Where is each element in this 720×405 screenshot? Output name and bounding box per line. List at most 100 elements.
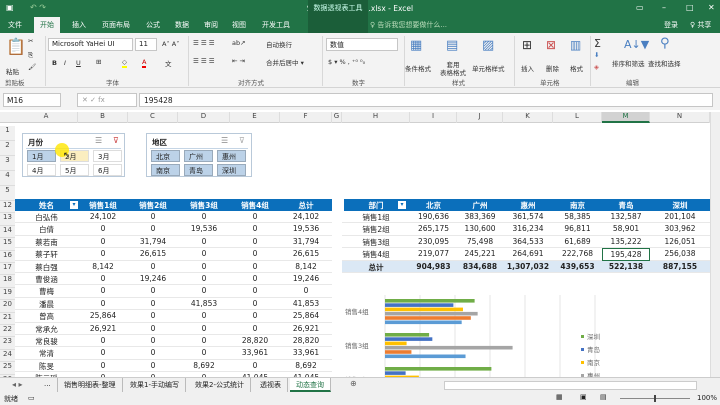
- column-header-m[interactable]: M: [602, 112, 650, 123]
- slicer-item-shenzhen[interactable]: 深圳: [217, 164, 246, 176]
- value-cell[interactable]: 25,864: [78, 310, 128, 323]
- column-header-a[interactable]: A: [15, 112, 78, 123]
- value-cell[interactable]: 0: [178, 261, 230, 273]
- value-cell[interactable]: 31,794: [128, 236, 178, 249]
- font-size-select[interactable]: 11: [135, 38, 157, 51]
- value-cell[interactable]: 0: [230, 223, 280, 236]
- tab-data[interactable]: 数据: [175, 20, 189, 30]
- multi-select-icon[interactable]: ☰: [95, 136, 102, 145]
- value-cell[interactable]: 0: [128, 310, 178, 323]
- value-cell[interactable]: 0: [230, 285, 280, 298]
- formula-buttons[interactable]: ✕ ✓ fx: [77, 93, 137, 107]
- add-sheet-icon[interactable]: ⊕: [350, 379, 357, 388]
- number-format-icons[interactable]: $ ▾ % , ⁺⁰ ⁰₀: [328, 58, 365, 66]
- value-cell[interactable]: 8,692: [280, 360, 332, 373]
- normal-view-icon[interactable]: ▦: [556, 393, 563, 401]
- insert-button[interactable]: 插入: [521, 63, 534, 73]
- value-cell[interactable]: 24,102: [78, 211, 128, 224]
- value-cell[interactable]: 130,600: [457, 223, 503, 236]
- row-header-23[interactable]: 23: [0, 337, 15, 350]
- tab-page-layout[interactable]: 页面布局: [102, 20, 130, 30]
- value-cell[interactable]: 0: [178, 236, 230, 249]
- value-cell[interactable]: 0: [178, 285, 230, 298]
- clear-filter-icon[interactable]: ⊽: [239, 136, 245, 145]
- italic-button[interactable]: I: [64, 59, 66, 67]
- value-cell[interactable]: 26,921: [280, 323, 332, 335]
- minimize-button[interactable]: –: [662, 3, 666, 12]
- value-cell[interactable]: 58,901: [602, 223, 650, 236]
- tab-developer[interactable]: 开发工具: [262, 20, 290, 30]
- fill-color-icon[interactable]: ◇: [122, 58, 127, 68]
- column-header-k[interactable]: K: [503, 112, 553, 123]
- underline-button[interactable]: U: [76, 59, 81, 67]
- value-cell[interactable]: 0: [178, 323, 230, 335]
- row-header-12[interactable]: 12: [0, 201, 15, 214]
- macro-record-icon[interactable]: ▭: [28, 394, 35, 402]
- value-cell[interactable]: 19,246: [128, 273, 178, 286]
- value-cell[interactable]: 75,498: [457, 236, 503, 249]
- value-cell[interactable]: 245,221: [457, 248, 503, 261]
- value-cell[interactable]: 201,104: [650, 211, 710, 224]
- value-cell[interactable]: 0: [128, 298, 178, 311]
- sort-filter-icon[interactable]: A↓▼: [624, 38, 649, 51]
- sheet-tab-dynamic[interactable]: 动态查询: [290, 378, 331, 392]
- value-cell[interactable]: 41,853: [178, 298, 230, 311]
- bold-button[interactable]: B: [52, 59, 57, 67]
- row-header-19[interactable]: 19: [0, 287, 15, 301]
- slicer-item-4[interactable]: 4月: [27, 164, 56, 176]
- value-cell[interactable]: 0: [230, 261, 280, 273]
- maximize-button[interactable]: □: [686, 3, 694, 12]
- value-cell[interactable]: 26,615: [128, 248, 178, 261]
- ribbon-display-icon[interactable]: ▭: [636, 3, 644, 12]
- value-cell[interactable]: 33,961: [280, 347, 332, 360]
- value-cell[interactable]: 0: [178, 347, 230, 360]
- row-header-5[interactable]: 5: [0, 186, 15, 201]
- column-header-j[interactable]: J: [457, 112, 503, 123]
- value-cell[interactable]: 0: [178, 248, 230, 261]
- value-cell[interactable]: 25,864: [280, 310, 332, 323]
- value-cell[interactable]: 256,038: [650, 248, 710, 261]
- row-label[interactable]: 常良骏: [15, 335, 78, 348]
- value-cell[interactable]: 132,587: [602, 211, 650, 224]
- row-header-3[interactable]: 3: [0, 156, 15, 171]
- row-label[interactable]: 销售3组: [342, 236, 410, 249]
- name-box[interactable]: M16: [3, 93, 61, 107]
- value-cell[interactable]: 303,962: [650, 223, 710, 236]
- value-cell[interactable]: 8,142: [280, 261, 332, 273]
- format-painter-icon[interactable]: 🖌: [28, 63, 36, 71]
- value-cell[interactable]: 265,175: [410, 223, 457, 236]
- align-left-icon[interactable]: ☰ ☰ ☰: [193, 57, 215, 65]
- row-header-17[interactable]: 17: [0, 263, 15, 276]
- row-label[interactable]: 潘晨: [15, 298, 78, 311]
- font-name-select[interactable]: Microsoft YaHei UI: [48, 38, 133, 51]
- value-cell[interactable]: 0: [78, 335, 128, 348]
- value-cell[interactable]: 41,853: [280, 298, 332, 311]
- value-cell[interactable]: 0: [78, 285, 128, 298]
- tab-file[interactable]: 文件: [8, 20, 22, 30]
- value-cell[interactable]: 219,077: [410, 248, 457, 261]
- insert-cells-icon[interactable]: ⊞: [522, 38, 532, 52]
- value-cell[interactable]: 364,533: [503, 236, 553, 249]
- page-break-icon[interactable]: ▤: [600, 393, 607, 401]
- tell-me-input[interactable]: ♀ 告诉我您想要做什么...: [370, 20, 447, 30]
- table-format-icon[interactable]: ▤: [446, 38, 458, 53]
- value-cell[interactable]: 0: [78, 223, 128, 236]
- value-cell[interactable]: 33,961: [230, 347, 280, 360]
- font-grow-icon[interactable]: A˄ A˅: [162, 40, 179, 48]
- column-header-f[interactable]: F: [280, 112, 332, 123]
- row-header-1[interactable]: 1: [0, 126, 15, 141]
- row-label[interactable]: 常清: [15, 347, 78, 360]
- value-cell[interactable]: 195,428: [602, 248, 650, 261]
- row-header-15[interactable]: 15: [0, 238, 15, 251]
- column-header-h[interactable]: H: [342, 112, 410, 123]
- row-label[interactable]: 曹梅: [15, 285, 78, 298]
- find-select-button[interactable]: 查找和选择: [648, 58, 681, 68]
- row-header-22[interactable]: 22: [0, 325, 15, 338]
- wrap-text-button[interactable]: 自动换行: [266, 39, 292, 49]
- value-cell[interactable]: 126,051: [650, 236, 710, 249]
- row-label[interactable]: 蔡若南: [15, 236, 78, 249]
- value-cell[interactable]: 0: [178, 310, 230, 323]
- row-label[interactable]: 曹俊涵: [15, 273, 78, 286]
- value-cell[interactable]: 8,692: [178, 360, 230, 373]
- format-cells-icon[interactable]: ▥: [570, 38, 581, 52]
